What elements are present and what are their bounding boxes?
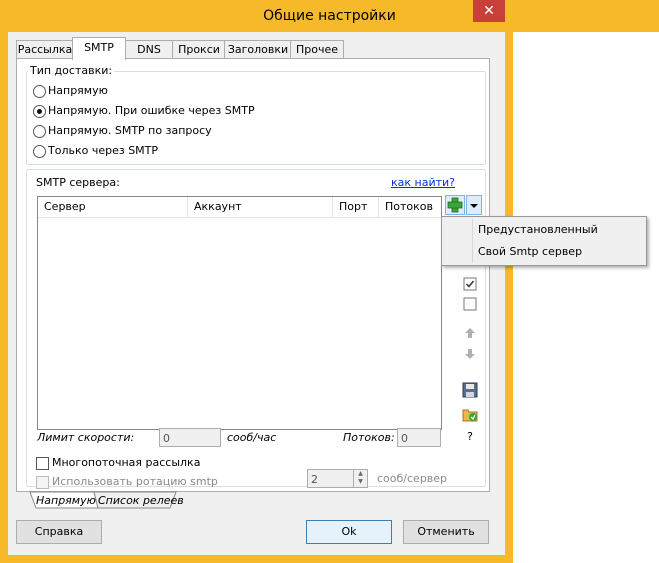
spin-up-icon[interactable]: ▲ <box>354 470 367 478</box>
check-all-icon <box>463 277 477 291</box>
import-button[interactable] <box>462 406 478 422</box>
add-server-menu: Предустановленный Свой Smtp сервер <box>441 216 647 266</box>
tab-rassylka[interactable]: Рассылка <box>16 40 74 59</box>
move-up-button[interactable] <box>462 326 478 342</box>
rotation-spinner[interactable]: ▲ ▼ <box>353 469 368 488</box>
threads-label: Потоков: <box>343 431 395 444</box>
add-server-dropdown[interactable] <box>466 195 482 215</box>
uncheck-all-button[interactable] <box>462 297 478 313</box>
column-server[interactable]: Сервер <box>38 197 188 217</box>
radio-button[interactable] <box>33 105 46 118</box>
dropdown-arrow-icon <box>470 204 478 208</box>
window-frame-bottom <box>0 555 513 563</box>
move-down-icon <box>465 349 475 359</box>
rotation-count-input[interactable]: 2 <box>307 469 354 488</box>
bottom-tab-relays[interactable]: Список релеев <box>98 492 184 509</box>
add-icon <box>447 197 463 213</box>
delivery-type-label: Тип доставки: <box>28 64 115 77</box>
ok-button[interactable]: Ok <box>306 520 392 544</box>
move-up-icon <box>465 328 475 338</box>
tab-proxy[interactable]: Прокси <box>172 40 226 59</box>
rotation-unit-label: сооб/сервер <box>377 472 448 485</box>
menu-item-preset[interactable]: Предустановленный <box>442 219 646 241</box>
radio-button[interactable] <box>33 85 46 98</box>
cancel-button[interactable]: Отменить <box>403 520 489 544</box>
speed-limit-label: Лимит скорости: <box>37 431 135 444</box>
menu-item-custom-smtp[interactable]: Свой Smtp сервер <box>442 241 646 263</box>
window-frame-right <box>505 32 513 555</box>
radio-button[interactable] <box>33 145 46 158</box>
save-icon <box>462 382 478 398</box>
help-icon[interactable]: ? <box>462 429 478 445</box>
import-icon <box>462 409 478 422</box>
smtp-server-list[interactable]: Сервер Аккаунт Порт Потоков <box>37 196 442 430</box>
radio-button[interactable] <box>33 125 46 138</box>
tab-smtp[interactable]: SMTP <box>72 37 126 60</box>
tab-headers[interactable]: Заголовки <box>224 40 292 59</box>
list-header: Сервер Аккаунт Порт Потоков <box>38 197 441 218</box>
window-frame-left <box>0 32 8 555</box>
window-title: Общие настройки <box>263 8 396 24</box>
settings-window: Общие настройки ✕ Рассылка SMTP DNS Прок… <box>0 0 659 563</box>
speed-limit-input[interactable]: 0 <box>159 428 221 447</box>
check-all-button[interactable] <box>462 277 478 293</box>
how-to-find-link[interactable]: как найти? <box>391 176 455 189</box>
rotation-checkbox[interactable] <box>36 476 49 489</box>
speed-unit-label: сооб/час <box>227 431 277 444</box>
column-port[interactable]: Порт <box>333 197 379 217</box>
move-down-button[interactable] <box>462 347 478 363</box>
save-button[interactable] <box>462 382 478 398</box>
threads-input[interactable]: 0 <box>397 428 441 447</box>
close-button[interactable]: ✕ <box>473 0 505 22</box>
smtp-servers-label: SMTP сервера: <box>36 176 120 189</box>
tab-dns[interactable]: DNS <box>124 40 174 59</box>
bottom-tab-direct[interactable]: Напрямую <box>36 492 96 509</box>
uncheck-all-icon <box>463 297 477 311</box>
tab-other[interactable]: Прочее <box>290 40 344 59</box>
add-server-button[interactable] <box>445 195 465 215</box>
multithread-label: Многопоточная рассылка <box>52 456 201 469</box>
column-account[interactable]: Аккаунт <box>188 197 333 217</box>
help-button[interactable]: Справка <box>16 520 102 544</box>
multithread-checkbox[interactable] <box>36 457 49 470</box>
column-threads[interactable]: Потоков <box>379 197 441 217</box>
spin-down-icon[interactable]: ▼ <box>354 478 367 486</box>
rotation-label: Использовать ротацию smtp <box>52 475 218 488</box>
